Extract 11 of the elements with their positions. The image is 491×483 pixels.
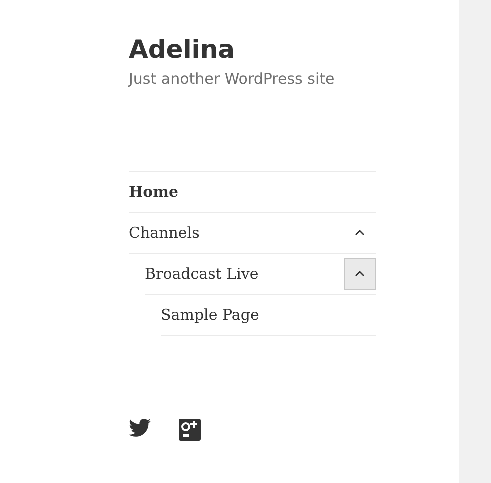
menu-item[interactable]: Sample Page bbox=[161, 306, 260, 324]
square-plus-icon[interactable] bbox=[179, 419, 201, 441]
chevron-up-icon bbox=[355, 271, 365, 277]
bird-icon[interactable] bbox=[129, 419, 151, 437]
submenu-toggle[interactable] bbox=[344, 258, 376, 290]
chevron-up-icon bbox=[355, 230, 365, 236]
site-title[interactable]: Adelina bbox=[129, 34, 236, 66]
site-tagline: Just another WordPress site bbox=[129, 70, 335, 88]
menu-item[interactable]: Home bbox=[129, 183, 179, 201]
menu-item[interactable]: Broadcast Live bbox=[145, 265, 259, 283]
menu-item[interactable]: Channels bbox=[129, 224, 200, 242]
